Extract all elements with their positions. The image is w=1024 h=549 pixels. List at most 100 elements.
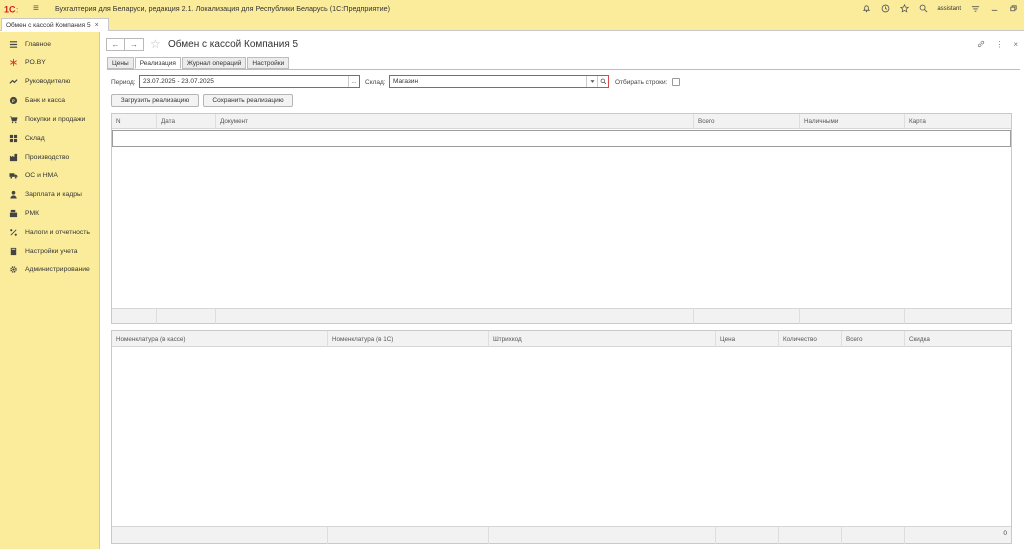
chart-line-icon [9,77,18,86]
gear-icon [9,265,18,274]
col-header-barcode[interactable]: Штрихкод [489,331,716,347]
book-icon [9,247,18,256]
history-icon[interactable] [880,4,890,14]
sidebar-item-admin[interactable]: Администрирование [0,261,100,277]
warehouse-value: Магазин [393,78,419,85]
load-sales-button[interactable]: Загрузить реализацию [111,94,199,107]
col-header-total[interactable]: Всего [694,114,800,129]
period-value: 23.07.2025 - 23.07.2025 [143,78,214,85]
register-icon [9,209,18,218]
sidebar-item-label: Покупки и продажи [25,115,86,123]
close-form-icon[interactable]: × [1013,40,1018,50]
close-tab-icon[interactable]: × [95,22,99,29]
sidebar-item-label: Склад [25,134,45,142]
sidebar-item-poby[interactable]: PO.BY [0,54,100,70]
cart-icon [9,115,18,124]
tab-prices[interactable]: Цены [107,57,134,69]
sidebar-item-label: Администрирование [25,265,90,273]
sidebar-item-label: Налоги и отчетность [25,228,90,236]
open-tab-label: Обмен с кассой Компания 5 [6,21,91,29]
col-header-n[interactable]: N [112,114,157,129]
save-sales-button[interactable]: Сохранить реализацию [203,94,293,107]
main-area: ← → ☆ Обмен с кассой Компания 5 ⋮ × Цены… [101,32,1024,549]
page-title: Обмен с кассой Компания 5 [168,39,299,50]
back-button[interactable]: ← [106,38,125,51]
col-header-item-pos[interactable]: Номенклатура (в кассе) [112,331,328,347]
sales-items-table[interactable]: Номенклатура (в кассе) Номенклатура (в 1… [111,330,1012,544]
open-tab-exchange[interactable]: Обмен с кассой Компания 5 × [1,18,109,31]
more-menu-icon[interactable]: ⋮ [995,40,1003,50]
table-header: Номенклатура (в кассе) Номенклатура (в 1… [112,331,1011,347]
sidebar-item-label: Главное [25,40,51,48]
factory-icon [9,153,18,162]
col-header-item-1c[interactable]: Номенклатура (в 1С) [328,331,489,347]
sidebar-item-label: Настройки учета [25,247,78,255]
main-menu-icon[interactable]: ≡ [33,3,45,14]
link-icon[interactable] [977,40,985,50]
table-header: N Дата Документ Всего Наличными Карта [112,114,1011,129]
sidebar-item-purchases[interactable]: Покупки и продажи [0,111,100,127]
footer-total-value: 0 [1003,530,1007,537]
table-footer: 0 [112,526,1011,544]
bell-icon[interactable] [861,4,871,14]
favorites-star-icon[interactable] [899,4,909,14]
user-name[interactable]: assistant [937,6,961,12]
svg-text:1С: 1С [4,4,16,14]
forward-button[interactable]: → [125,38,144,51]
tab-operations-log[interactable]: Журнал операций [181,57,247,69]
svg-text::: : [16,5,18,14]
col-header-quantity[interactable]: Количество [779,331,842,347]
sidebar-item-salary[interactable]: Зарплата и кадры [0,186,100,202]
sidebar-item-production[interactable]: Производство [0,149,100,165]
truck-icon [9,171,18,180]
sidebar-item-manager[interactable]: Руководителю [0,73,100,89]
asterisk-icon [9,58,18,67]
sidebar-item-label: Зарплата и кадры [25,190,82,198]
settings-lines-icon[interactable] [970,4,980,14]
favorite-star-icon[interactable]: ☆ [150,37,161,51]
open-windows-bar: Обмен с кассой Компания 5 × [0,17,1024,31]
minimize-icon[interactable] [989,4,999,14]
period-choose-button[interactable]: ... [348,76,359,87]
sidebar-item-accounting-settings[interactable]: Настройки учета [0,243,100,259]
search-icon[interactable] [918,4,928,14]
sidebar: Главное PO.BY Руководителю ₽ Банк и касс… [0,32,100,549]
sidebar-item-main[interactable]: Главное [0,36,100,52]
form-tabs: Цены Реализация Журнал операций Настройк… [107,57,290,69]
menu-lines-icon [9,40,18,49]
warehouse-dropdown-icon[interactable] [586,76,597,87]
table-row[interactable] [112,130,1011,147]
sidebar-item-taxes[interactable]: Налоги и отчетность [0,224,100,240]
sidebar-item-label: Банк и касса [25,96,66,104]
title-bar: 1С : ≡ Бухгалтерия для Беларуси, редакци… [0,0,1024,17]
col-header-document[interactable]: Документ [216,114,694,129]
sidebar-item-warehouse[interactable]: Склад [0,130,100,146]
grid-icon [9,134,18,143]
col-header-sum[interactable]: Всего [842,331,905,347]
sidebar-item-assets[interactable]: ОС и НМА [0,167,100,183]
sidebar-item-label: ОС и НМА [25,171,58,179]
col-header-cash[interactable]: Наличными [800,114,905,129]
period-label: Период: [111,79,136,86]
sidebar-item-bank[interactable]: ₽ Банк и касса [0,92,100,108]
1c-logo-icon: 1С : [4,3,26,14]
select-rows-checkbox[interactable] [672,78,680,86]
warehouse-open-icon[interactable] [597,76,608,87]
tab-settings[interactable]: Настройки [247,57,290,69]
sidebar-item-pos[interactable]: РМК [0,205,100,221]
tab-sales[interactable]: Реализация [134,57,181,69]
table-footer [112,308,1011,324]
warehouse-field[interactable]: Магазин [389,75,609,88]
col-header-price[interactable]: Цена [716,331,779,347]
sidebar-item-label: РМК [25,209,40,217]
col-header-discount[interactable]: Скидка [905,331,1013,347]
period-field[interactable]: 23.07.2025 - 23.07.2025 ... [139,75,360,88]
col-header-card[interactable]: Карта [905,114,1013,129]
person-icon [9,190,18,199]
restore-icon[interactable] [1008,4,1018,14]
sales-documents-table[interactable]: N Дата Документ Всего Наличными Карта [111,113,1012,324]
sidebar-item-label: Руководителю [25,77,71,85]
select-rows-label: Отбирать строки: [615,79,668,86]
col-header-date[interactable]: Дата [157,114,216,129]
warehouse-label: Склад: [365,79,386,86]
